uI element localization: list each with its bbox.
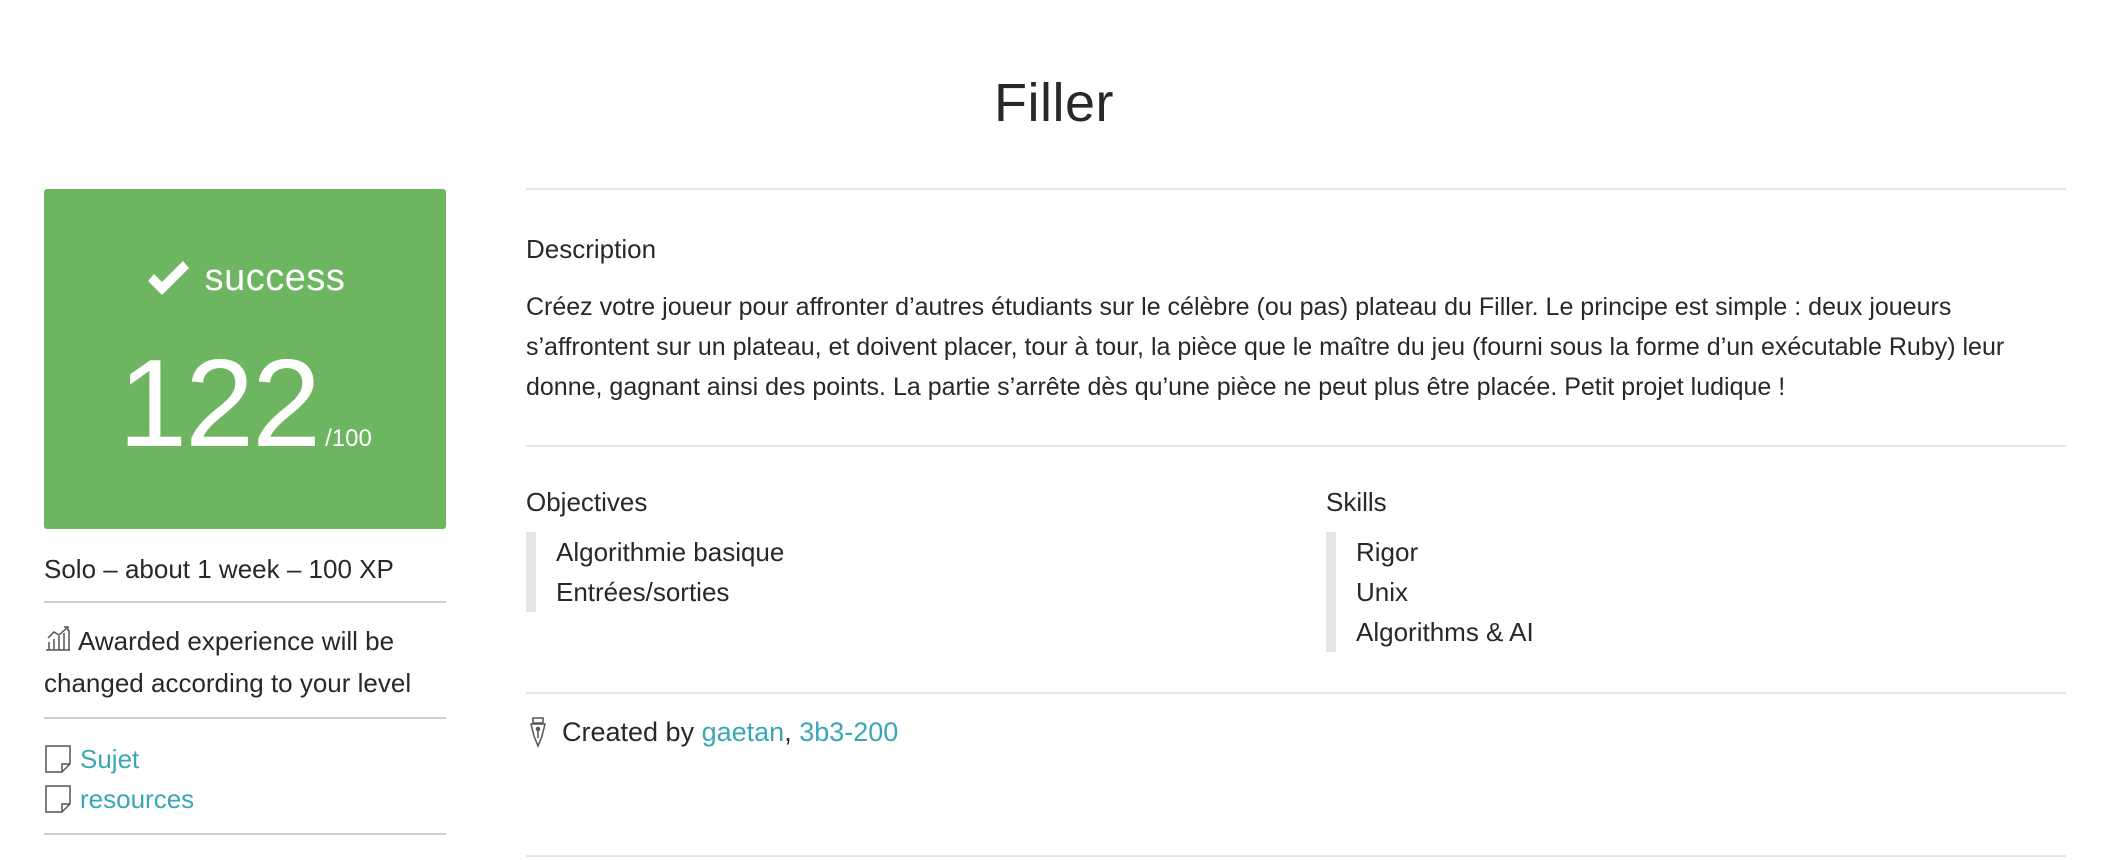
objectives-skills: Objectives Algorithmie basique Entrées/s… [526, 445, 2066, 692]
project-meta: Solo – about 1 week – 100 XP [44, 551, 446, 603]
objectives-section: Objectives Algorithmie basique Entrées/s… [526, 487, 1326, 652]
list-item: Entrées/sorties [556, 577, 730, 607]
project-main: Description Créez votre joueur pour affr… [526, 188, 2066, 748]
objectives-list: Algorithmie basique Entrées/sorties [526, 532, 1326, 612]
status-line: success [44, 257, 446, 300]
list-item: Algorithms & AI [1356, 617, 1534, 647]
description-section: Description Créez votre joueur pour affr… [526, 188, 2066, 445]
score-card: success 122 /100 [44, 189, 446, 529]
list-item: Unix [1356, 577, 1409, 607]
skills-section: Skills Rigor Unix Algorithms & AI [1326, 487, 2066, 652]
page-title: Filler [994, 73, 1114, 133]
list-item: Algorithmie basique [556, 537, 785, 567]
resources-link[interactable]: resources [80, 779, 194, 819]
author-link-gaetan[interactable]: gaetan [702, 717, 785, 748]
xp-note: Awarded experience will be changed accor… [44, 603, 446, 719]
project-sidebar: success 122 /100 Solo – about 1 week – 1… [44, 189, 446, 835]
bottom-divider [526, 855, 2066, 857]
score-value: 122 [118, 335, 321, 473]
pen-icon [526, 716, 562, 748]
created-by: Created by gaetan, 3b3-200 [526, 692, 2066, 748]
author-link-3b3-200[interactable]: 3b3-200 [799, 717, 898, 748]
status-label: success [204, 257, 346, 299]
skills-label: Skills [1326, 487, 1387, 517]
score-line: 122 /100 [44, 335, 446, 473]
score-max: /100 [325, 425, 372, 452]
document-icon [44, 744, 80, 774]
document-icon [44, 784, 80, 814]
sujet-link[interactable]: Sujet [80, 739, 139, 779]
objectives-label: Objectives [526, 487, 648, 517]
xp-note-text: Awarded experience will be changed accor… [44, 626, 412, 698]
resource-links: Sujet resources [44, 719, 446, 835]
list-item: Rigor [1356, 537, 1419, 567]
author-separator: , [784, 716, 792, 747]
check-icon [145, 259, 191, 299]
chart-icon [44, 623, 72, 663]
description-label: Description [526, 234, 657, 264]
created-prefix: Created by [562, 716, 695, 747]
skills-list: Rigor Unix Algorithms & AI [1326, 532, 2066, 652]
description-text: Créez votre joueur pour affronter d’autr… [526, 293, 2005, 401]
link-row-sujet: Sujet [44, 739, 446, 779]
link-row-resources: resources [44, 779, 446, 819]
